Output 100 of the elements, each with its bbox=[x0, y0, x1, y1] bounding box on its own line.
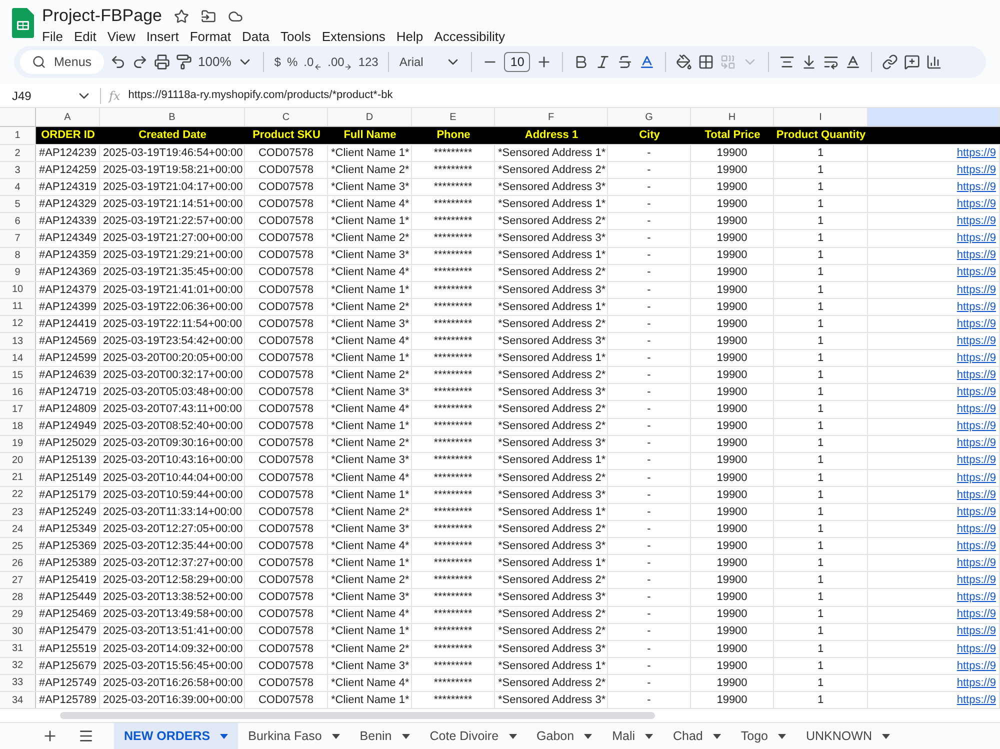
sheet-tab[interactable]: UNKNOWN bbox=[796, 723, 900, 749]
row-number[interactable]: 12 bbox=[0, 316, 36, 332]
row-number[interactable]: 29 bbox=[0, 606, 36, 623]
sheet-tab[interactable]: Cote Divoire bbox=[420, 723, 527, 749]
sheet-tab[interactable]: Mali bbox=[602, 723, 663, 749]
link[interactable]: https://9 bbox=[956, 640, 996, 657]
link[interactable]: https://9 bbox=[956, 350, 996, 366]
link[interactable]: https://9 bbox=[956, 572, 996, 588]
row-number[interactable]: 14 bbox=[0, 350, 36, 366]
row-number[interactable]: 25 bbox=[0, 538, 36, 554]
menu-item[interactable]: Help bbox=[396, 29, 424, 45]
row-number[interactable]: 16 bbox=[0, 384, 36, 400]
menu-item[interactable]: Accessibility bbox=[434, 29, 505, 45]
link[interactable]: https://9 bbox=[956, 401, 996, 418]
sheet-tab[interactable]: Gabon bbox=[526, 723, 602, 749]
row-number[interactable]: 6 bbox=[0, 213, 36, 230]
link[interactable]: https://9 bbox=[956, 555, 996, 572]
link[interactable]: https://9 bbox=[956, 282, 996, 298]
link[interactable]: https://9 bbox=[956, 521, 996, 538]
font-size-field[interactable]: 10 bbox=[504, 52, 530, 72]
row-number[interactable]: 24 bbox=[0, 521, 36, 538]
row-number[interactable]: 3 bbox=[0, 162, 36, 178]
sheet-tab[interactable]: Chad bbox=[663, 723, 731, 749]
document-title[interactable]: Project-FBPage bbox=[42, 6, 162, 26]
cell-reference[interactable]: J49 bbox=[12, 86, 68, 104]
formula-field[interactable]: https://91118a-ry.myshopify.com/products/*product*-bk bbox=[128, 87, 393, 104]
menu-item[interactable]: Edit bbox=[74, 29, 96, 45]
row-number[interactable]: 8 bbox=[0, 248, 36, 264]
menu-item[interactable]: Format bbox=[190, 29, 231, 45]
table-cell-text: ********* bbox=[434, 300, 472, 315]
percent-format[interactable]: % bbox=[286, 53, 298, 71]
menu-item[interactable]: Insert bbox=[146, 29, 179, 45]
row-number[interactable]: 13 bbox=[0, 333, 36, 350]
row-number[interactable]: 32 bbox=[0, 658, 36, 674]
link[interactable]: https://9 bbox=[956, 179, 996, 196]
row-number[interactable]: 21 bbox=[0, 470, 36, 486]
menu-item[interactable]: Tools bbox=[280, 29, 311, 45]
row-number[interactable]: 9 bbox=[0, 264, 36, 281]
link[interactable]: https://9 bbox=[956, 264, 996, 281]
row-number[interactable]: 28 bbox=[0, 589, 36, 606]
link[interactable]: https://9 bbox=[956, 162, 996, 178]
menu-item[interactable]: File bbox=[42, 29, 63, 45]
link[interactable]: https://9 bbox=[956, 213, 996, 230]
row-number[interactable]: 11 bbox=[0, 298, 36, 315]
row-number[interactable]: 1 bbox=[0, 127, 36, 144]
row-number[interactable]: 7 bbox=[0, 230, 36, 247]
menu-item[interactable]: Data bbox=[242, 29, 270, 45]
row-number[interactable]: 30 bbox=[0, 624, 36, 640]
row-number[interactable]: 34 bbox=[0, 692, 36, 708]
row-number[interactable]: 18 bbox=[0, 418, 36, 435]
link[interactable]: https://9 bbox=[956, 674, 996, 691]
search-menus-field[interactable]: Menus bbox=[20, 50, 104, 74]
row-number[interactable]: 5 bbox=[0, 196, 36, 212]
link[interactable]: https://9 bbox=[956, 624, 996, 640]
row-number[interactable]: 33 bbox=[0, 674, 36, 691]
link[interactable]: https://9 bbox=[956, 538, 996, 554]
row-number[interactable]: 20 bbox=[0, 452, 36, 469]
row-number[interactable]: 15 bbox=[0, 367, 36, 384]
link[interactable]: https://9 bbox=[956, 504, 996, 520]
sheet-tab[interactable]: Togo bbox=[730, 723, 796, 749]
row-number[interactable]: 2 bbox=[0, 145, 36, 162]
row-number[interactable]: 27 bbox=[0, 572, 36, 588]
row-number[interactable]: 17 bbox=[0, 401, 36, 418]
link[interactable]: https://9 bbox=[956, 436, 996, 452]
number-format[interactable]: 123 bbox=[358, 53, 378, 71]
sheet-tab[interactable]: NEW ORDERS bbox=[114, 723, 238, 749]
link[interactable]: https://9 bbox=[956, 145, 996, 162]
link[interactable]: https://9 bbox=[956, 486, 996, 503]
link[interactable]: https://9 bbox=[956, 333, 996, 350]
link[interactable]: https://9 bbox=[956, 470, 996, 486]
zoom-select[interactable]: 100% bbox=[198, 52, 232, 72]
link[interactable]: https://9 bbox=[956, 298, 996, 315]
row-number[interactable]: 23 bbox=[0, 504, 36, 520]
increase-decimals[interactable]: .00 bbox=[328, 53, 344, 71]
menu-item[interactable]: View bbox=[107, 29, 136, 45]
sheet-tab[interactable]: Burkina Faso bbox=[238, 723, 350, 749]
link[interactable]: https://9 bbox=[956, 316, 996, 332]
link[interactable]: https://9 bbox=[956, 418, 996, 435]
menu-item[interactable]: Extensions bbox=[322, 29, 386, 45]
row-number[interactable]: 31 bbox=[0, 640, 36, 657]
decrease-decimals[interactable]: .0 bbox=[304, 53, 314, 71]
link[interactable]: https://9 bbox=[956, 452, 996, 469]
link[interactable]: https://9 bbox=[956, 606, 996, 623]
link[interactable]: https://9 bbox=[956, 384, 996, 400]
link[interactable]: https://9 bbox=[956, 658, 996, 674]
link[interactable]: https://9 bbox=[956, 589, 996, 606]
link[interactable]: https://9 bbox=[956, 230, 996, 247]
font-select[interactable]: Arial bbox=[399, 53, 440, 71]
sheet-tab[interactable]: Benin bbox=[350, 723, 420, 749]
link[interactable]: https://9 bbox=[956, 367, 996, 384]
row-number[interactable]: 4 bbox=[0, 179, 36, 196]
link[interactable]: https://9 bbox=[956, 692, 996, 708]
table-cell-text: ********* bbox=[434, 556, 472, 572]
currency-format[interactable]: $ bbox=[274, 53, 281, 71]
row-number[interactable]: 19 bbox=[0, 436, 36, 452]
row-number[interactable]: 10 bbox=[0, 282, 36, 298]
link[interactable]: https://9 bbox=[956, 196, 996, 212]
row-number[interactable]: 26 bbox=[0, 555, 36, 572]
link[interactable]: https://9 bbox=[956, 248, 996, 264]
row-number[interactable]: 22 bbox=[0, 486, 36, 503]
